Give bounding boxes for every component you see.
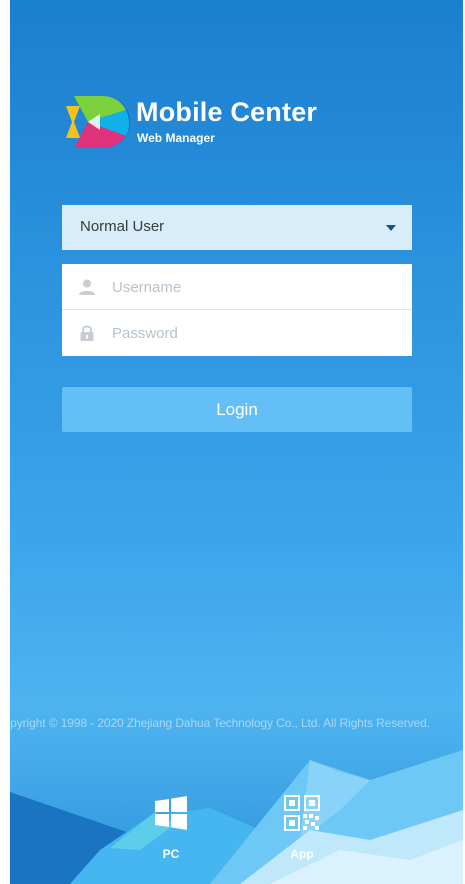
pc-link[interactable]: PC [141, 795, 201, 861]
app-label: App [290, 847, 314, 861]
app-link[interactable]: App [272, 795, 332, 861]
password-input[interactable] [112, 310, 402, 356]
app-subtitle: Web Manager [137, 131, 215, 145]
login-screen: Mobile Center Web Manager Normal User Lo… [10, 0, 463, 884]
username-field [62, 264, 412, 310]
chevron-down-icon [386, 225, 396, 231]
user-icon [79, 279, 95, 295]
password-field [62, 310, 412, 356]
user-type-select[interactable]: Normal User [62, 205, 412, 250]
windows-icon [155, 796, 187, 830]
login-button[interactable]: Login [62, 387, 412, 432]
lock-icon [80, 325, 94, 341]
username-input[interactable] [112, 264, 402, 310]
mountain-background [10, 750, 463, 884]
pc-label: PC [162, 847, 180, 861]
app-title: Mobile Center [136, 97, 318, 127]
qr-code-icon [284, 795, 320, 831]
user-type-value: Normal User [80, 218, 165, 235]
dahua-logo-icon [66, 96, 130, 148]
